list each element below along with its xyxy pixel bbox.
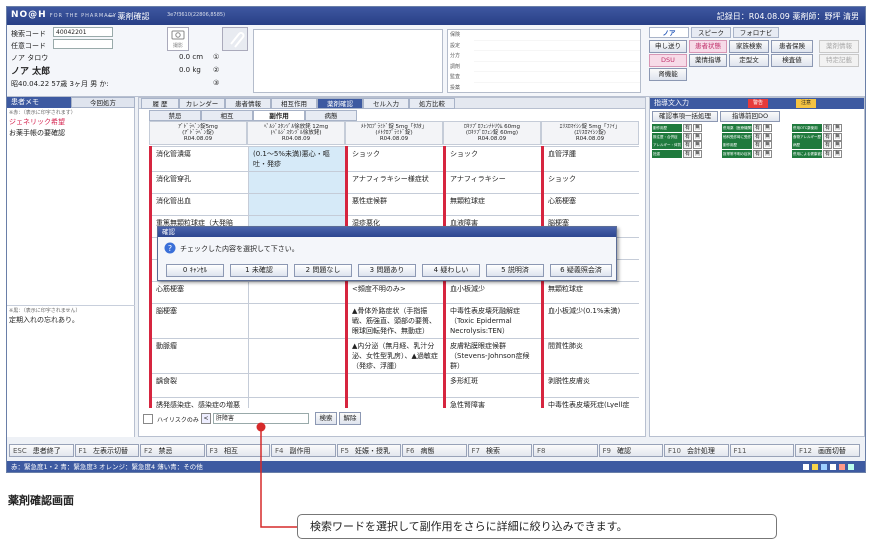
callout-connector [256,422,297,528]
callout-box: 検索ワードを選択して副作用をさらに詳細に絞り込みできます。 [297,514,777,539]
